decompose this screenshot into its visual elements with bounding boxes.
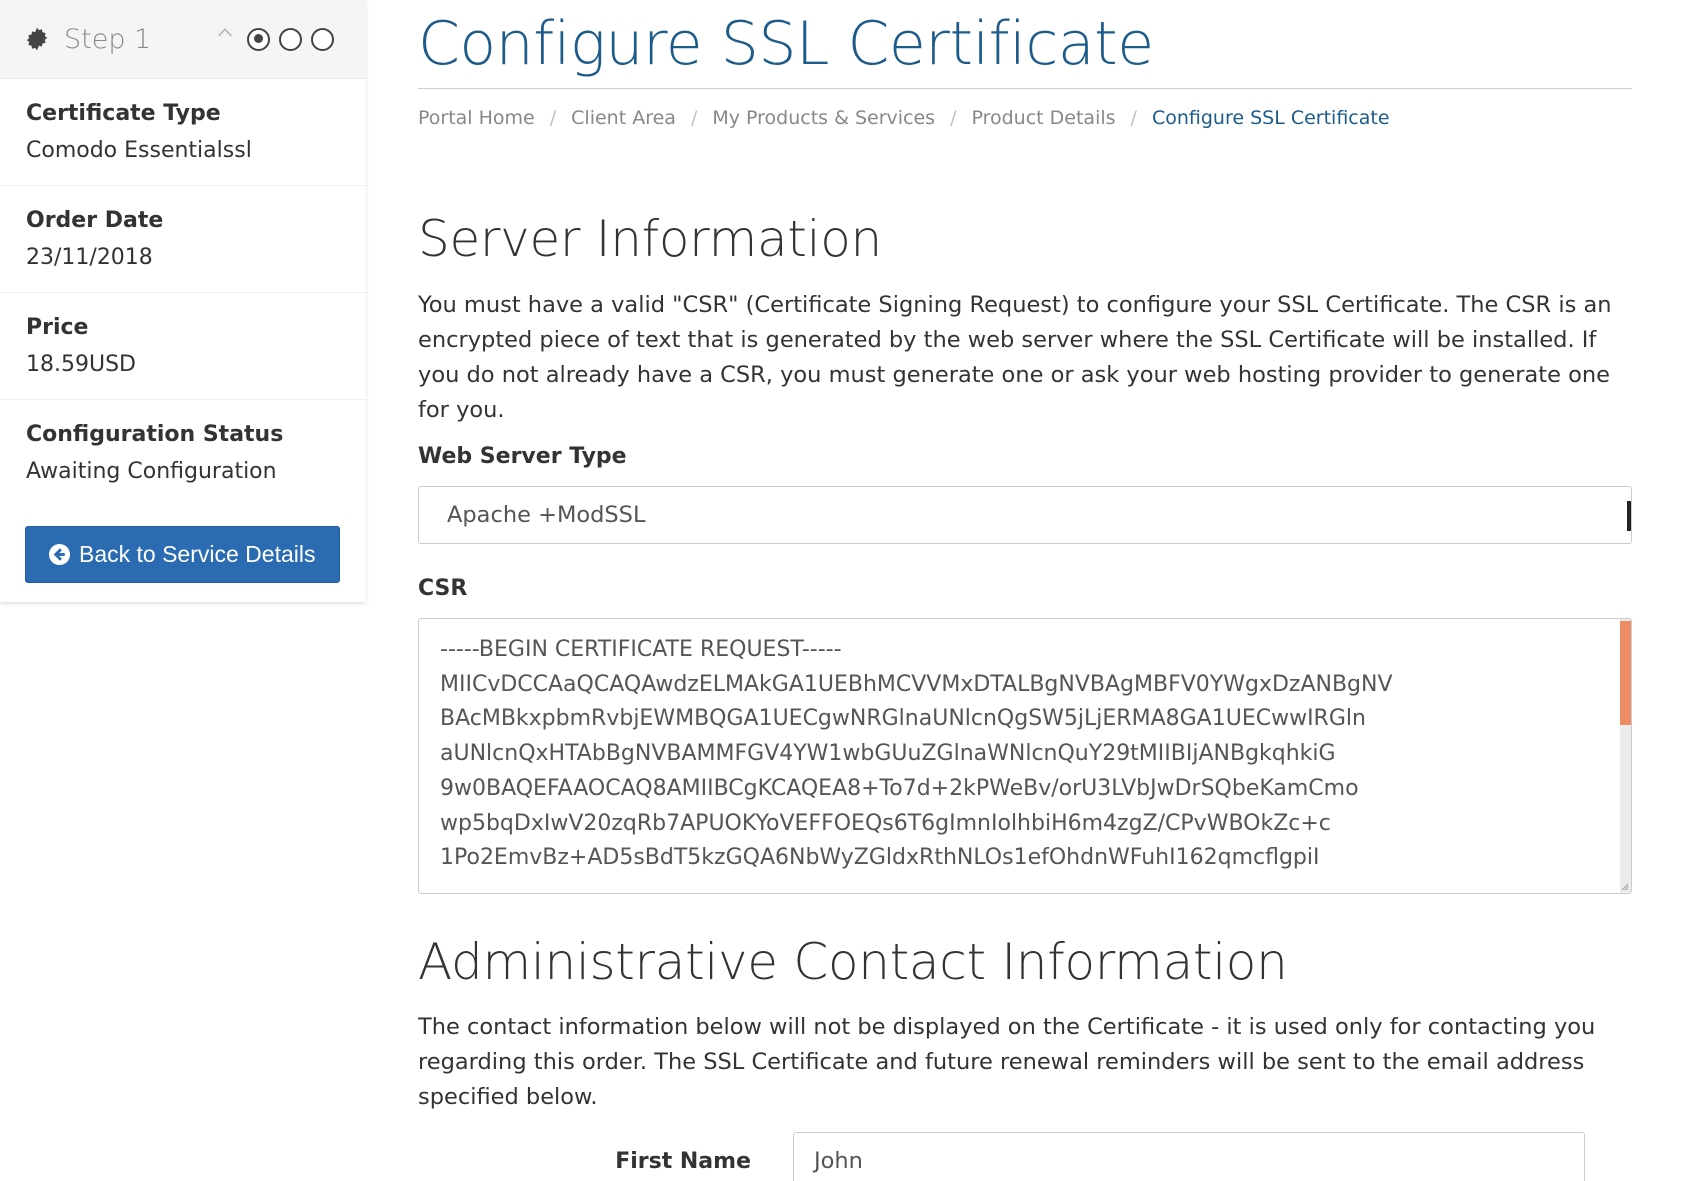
first-name-row: First Name John <box>418 1131 1632 1181</box>
web-server-type-value: Apache +ModSSL <box>447 502 646 528</box>
certificate-type-block: Certificate Type Comodo Essentialssl <box>0 79 366 186</box>
step-dot-3[interactable] <box>311 27 334 51</box>
info-value: 23/11/2018 <box>26 245 153 270</box>
step-header: Step 1 <box>0 0 366 79</box>
info-value: 18.59USD <box>26 352 136 377</box>
info-label: Configuration Status <box>26 422 284 447</box>
info-value: Awaiting Configuration <box>26 459 277 484</box>
caret-up-icon[interactable] <box>216 24 234 42</box>
first-name-label: First Name <box>615 1148 751 1174</box>
gear-icon <box>26 27 48 51</box>
server-information-description: You must have a valid "CSR" (Certificate… <box>418 292 1612 423</box>
step-label: Step 1 <box>64 23 152 55</box>
breadcrumb-client-area[interactable]: Client Area <box>571 107 676 129</box>
arrow-circle-left-icon <box>48 543 71 566</box>
administrative-contact-heading: Administrative Contact Information <box>418 933 1288 991</box>
step-dot-1[interactable] <box>247 27 270 51</box>
page-title: Configure SSL Certificate <box>418 9 1154 79</box>
resize-grip-icon[interactable] <box>1620 882 1629 891</box>
info-label: Order Date <box>26 208 164 233</box>
breadcrumb-product-details[interactable]: Product Details <box>971 107 1115 129</box>
select-arrow-icon <box>1627 501 1631 531</box>
back-button-label: Back to Service Details <box>79 541 316 567</box>
configuration-status-block: Configuration Status Awaiting Configurat… <box>0 400 366 507</box>
sidebar: Step 1 Certificate Type Comodo Essential… <box>0 0 366 602</box>
price-block: Price 18.59USD <box>0 293 366 400</box>
csr-text[interactable]: -----BEGIN CERTIFICATE REQUEST----- MIIC… <box>419 619 1609 893</box>
csr-scrollbar[interactable] <box>1620 619 1631 893</box>
breadcrumb-separator: / <box>549 107 557 129</box>
order-date-block: Order Date 23/11/2018 <box>0 186 366 293</box>
first-name-input[interactable]: John <box>793 1132 1585 1181</box>
breadcrumb-current: Configure SSL Certificate <box>1151 107 1390 129</box>
server-information-heading: Server Information <box>418 210 882 268</box>
step-dot-2[interactable] <box>279 27 302 51</box>
info-label: Certificate Type <box>26 101 221 126</box>
breadcrumb-portal-home[interactable]: Portal Home <box>418 107 535 129</box>
title-divider <box>418 88 1632 89</box>
breadcrumb-separator: / <box>950 107 957 129</box>
web-server-type-select[interactable]: Apache +ModSSL <box>418 486 1632 544</box>
info-label: Price <box>26 315 89 340</box>
csr-label: CSR <box>418 576 468 601</box>
csr-scroll-thumb[interactable] <box>1620 621 1631 725</box>
breadcrumb: Portal Home / Client Area / My Products … <box>418 104 1632 132</box>
breadcrumb-separator: / <box>1130 107 1137 129</box>
administrative-contact-description: The contact information below will not b… <box>418 1014 1596 1110</box>
info-value: Comodo Essentialssl <box>26 138 252 163</box>
csr-textarea[interactable]: -----BEGIN CERTIFICATE REQUEST----- MIIC… <box>418 618 1632 894</box>
breadcrumb-my-products-services[interactable]: My Products & Services <box>712 107 935 129</box>
web-server-type-label: Web Server Type <box>418 444 627 469</box>
main-content: Configure SSL Certificate Portal Home / … <box>418 0 1632 1181</box>
back-to-service-details-button[interactable]: Back to Service Details <box>25 526 340 583</box>
step-controls <box>216 27 334 51</box>
breadcrumb-separator: / <box>690 107 698 129</box>
